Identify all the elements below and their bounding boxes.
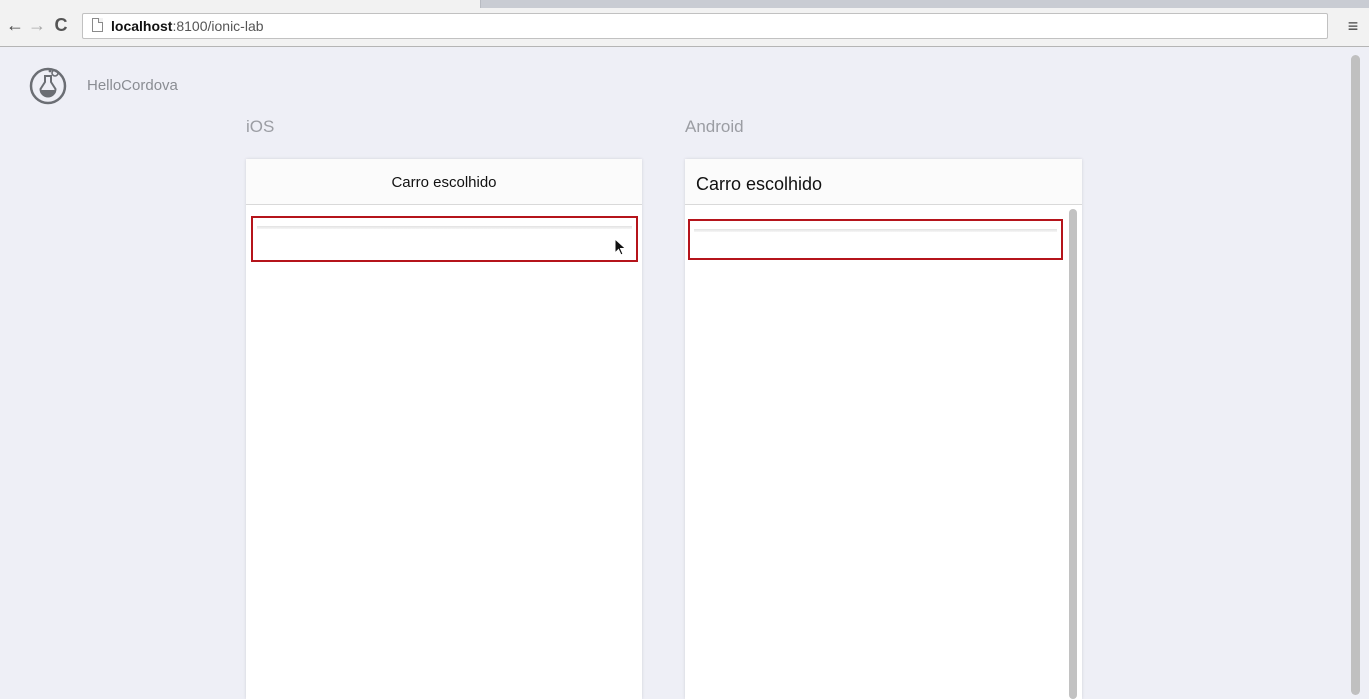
ionic-lab-flask-icon: [29, 67, 67, 105]
ios-nav-title: Carro escolhido: [391, 174, 497, 191]
url-text[interactable]: localhost:8100/ionic-lab: [111, 18, 264, 34]
back-arrow-icon[interactable]: ←: [4, 14, 26, 36]
url-path: :8100/ionic-lab: [172, 18, 264, 34]
android-scrollbar[interactable]: [1069, 209, 1077, 699]
forward-arrow-icon[interactable]: →: [26, 14, 48, 36]
page-scrollbar[interactable]: [1351, 55, 1360, 695]
app-name: HelloCordova: [87, 77, 178, 94]
platform-label-android: Android: [685, 117, 744, 136]
address-bar[interactable]: localhost:8100/ionic-lab: [82, 13, 1328, 39]
android-device-frame: Carro escolhido: [685, 159, 1082, 699]
browser-toolbar: ← → C localhost:8100/ionic-lab ≡: [0, 8, 1369, 47]
android-toolbar-title: Carro escolhido: [696, 174, 823, 194]
url-host: localhost: [111, 18, 173, 34]
page-icon: [92, 18, 103, 32]
android-selected-car-item[interactable]: [688, 219, 1063, 260]
ios-selected-car-item[interactable]: [251, 216, 638, 262]
android-toolbar: Carro escolhido: [685, 159, 1082, 205]
active-tab[interactable]: [0, 0, 481, 8]
reload-icon[interactable]: C: [50, 14, 72, 36]
mouse-cursor-icon: [614, 238, 627, 256]
ios-device-frame: Carro escolhido: [246, 159, 642, 699]
hamburger-menu-icon[interactable]: ≡: [1342, 17, 1364, 39]
page-viewport: HelloCordova iOS Android Carro escolhido…: [0, 47, 1369, 699]
ios-nav-bar: Carro escolhido: [246, 159, 642, 205]
tab-strip: [0, 0, 1369, 8]
platform-label-ios: iOS: [246, 117, 275, 136]
